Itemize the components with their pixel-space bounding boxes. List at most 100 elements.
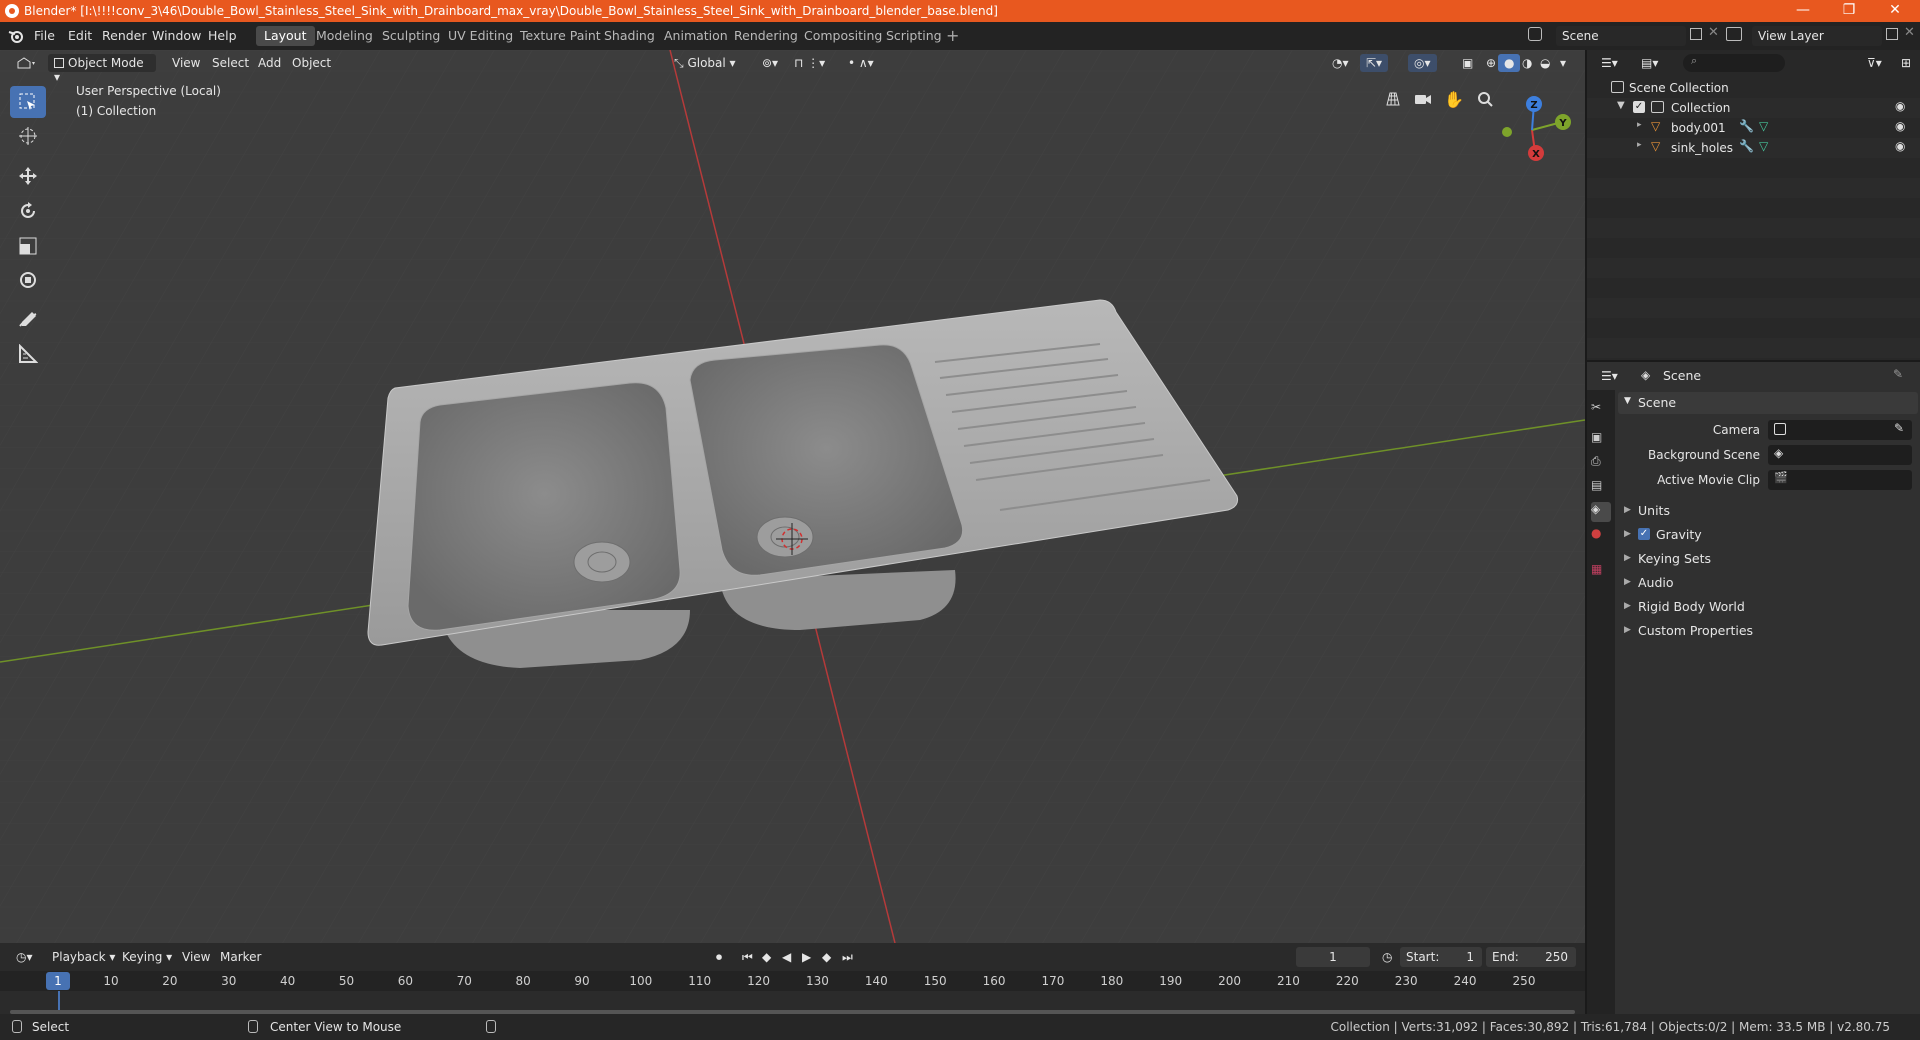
annotate-tool[interactable] — [10, 304, 46, 336]
scale-tool[interactable] — [10, 230, 46, 262]
mesh-data-icon[interactable]: ▽ — [1759, 119, 1768, 133]
select-box-tool[interactable] — [10, 86, 46, 118]
editor-type-button[interactable] — [10, 54, 40, 72]
timeline-body[interactable] — [0, 991, 1585, 1014]
modifier-icon[interactable]: 🔧 — [1739, 119, 1754, 133]
cursor-tool[interactable] — [10, 120, 46, 152]
current-frame-indicator[interactable]: 1 — [46, 972, 70, 990]
tab-animation[interactable]: Animation — [656, 26, 736, 46]
keying-sets-panel-header[interactable]: ▶ Keying Sets — [1618, 548, 1918, 570]
visibility-button[interactable]: ◔▾ — [1326, 54, 1355, 72]
viewport-menu-add[interactable]: Add — [252, 54, 287, 72]
delete-scene-icon[interactable]: ✕ — [1708, 25, 1719, 40]
menu-file[interactable]: File — [34, 28, 55, 43]
mesh-data-icon[interactable]: ▽ — [1759, 139, 1768, 153]
restore-button[interactable]: ❐ — [1826, 0, 1872, 22]
active-movie-clip-field[interactable]: 🎬 — [1768, 470, 1912, 490]
rotate-tool[interactable] — [10, 195, 46, 227]
timeline-editor-type-button[interactable]: ◷▾ — [10, 948, 39, 966]
camera-view-button[interactable] — [1410, 86, 1436, 112]
measure-tool[interactable] — [10, 338, 46, 370]
units-panel-header[interactable]: ▶ Units — [1618, 500, 1918, 522]
proportional-edit-button[interactable]: • ∧▾ — [842, 54, 880, 72]
3d-viewport[interactable]: User Perspective (Local) (1) Collection … — [0, 50, 1585, 943]
rigid-body-world-panel-header[interactable]: ▶ Rigid Body World — [1618, 596, 1918, 618]
texture-tab-icon[interactable]: ▦ — [1591, 562, 1611, 582]
play-button[interactable]: ▶ — [796, 948, 817, 966]
start-frame-field[interactable]: Start: 1 — [1400, 947, 1482, 967]
tab-scripting[interactable]: Scripting — [878, 26, 950, 46]
clock-icon[interactable]: ◷ — [1376, 948, 1398, 966]
delete-view-layer-icon[interactable]: ✕ — [1904, 25, 1915, 40]
overlay-toggle-button[interactable]: ◎▾ — [1408, 54, 1437, 72]
eyedropper-icon[interactable]: ✎ — [1894, 421, 1904, 435]
add-workspace-icon[interactable]: + — [946, 26, 959, 45]
pivot-point-button[interactable]: ⊚▾ — [756, 54, 784, 72]
menu-edit[interactable]: Edit — [68, 28, 92, 43]
tab-compositing[interactable]: Compositing — [796, 26, 890, 46]
next-keyframe-button[interactable]: ◆ — [816, 948, 837, 966]
timeline-menu-keying[interactable]: Keying ▾ — [116, 948, 178, 966]
scene-tab-icon[interactable]: ◈ — [1591, 502, 1611, 522]
menu-window[interactable]: Window — [152, 28, 201, 43]
tool-tab-icon[interactable]: ✂ — [1591, 400, 1611, 420]
timeline-menu-view[interactable]: View — [176, 948, 216, 966]
eye-icon[interactable]: ◉ — [1895, 99, 1905, 113]
gravity-panel-header[interactable]: ▶ ✓ Gravity — [1618, 524, 1918, 546]
expand-arrow-icon[interactable]: ▼ — [1617, 100, 1625, 111]
tab-layout[interactable]: Layout — [256, 26, 315, 46]
prev-keyframe-button[interactable]: ◆ — [756, 948, 777, 966]
end-frame-field[interactable]: End: 250 — [1486, 947, 1576, 967]
tab-rendering[interactable]: Rendering — [726, 26, 806, 46]
audio-panel-header[interactable]: ▶ Audio — [1618, 572, 1918, 594]
minimize-button[interactable]: — — [1780, 0, 1826, 22]
shading-options-button[interactable]: ▾ — [1554, 54, 1572, 72]
current-frame-field[interactable]: 1 — [1296, 947, 1370, 967]
properties-editor-type-button[interactable]: ☰▾ — [1595, 367, 1624, 385]
view-layer-field[interactable]: View Layer — [1752, 26, 1882, 46]
modifier-icon[interactable]: 🔧 — [1739, 139, 1754, 153]
area-divider[interactable] — [1587, 360, 1920, 362]
outliner-editor-type-button[interactable]: ☰▾ — [1595, 54, 1624, 72]
view-layer-tab-icon[interactable]: ▤ — [1591, 478, 1611, 498]
move-tool[interactable] — [10, 160, 46, 192]
xray-toggle-button[interactable]: ▣ — [1456, 54, 1479, 72]
filter-button[interactable]: ⊽▾ — [1861, 54, 1888, 72]
eye-icon[interactable]: ◉ — [1895, 119, 1905, 133]
output-tab-icon[interactable]: ⎙ — [1591, 454, 1611, 474]
render-tab-icon[interactable]: ▣ — [1591, 430, 1611, 450]
eye-icon[interactable]: ◉ — [1895, 139, 1905, 153]
play-reverse-button[interactable]: ◀ — [776, 948, 797, 966]
navigation-gizmo[interactable]: Z Y X — [1490, 92, 1580, 172]
timeline-menu-playback[interactable]: Playback ▾ — [46, 948, 121, 966]
gizmo-toggle-button[interactable]: ⇱▾ — [1360, 54, 1389, 72]
close-button[interactable]: ✕ — [1872, 0, 1918, 22]
expand-arrow-icon[interactable]: ▸ — [1637, 120, 1642, 130]
viewport-menu-select[interactable]: Select — [206, 54, 255, 72]
view-layer-browse-icon[interactable] — [1726, 27, 1742, 41]
mode-select[interactable]: Object Mode ▾ — [48, 54, 156, 84]
custom-properties-panel-header[interactable]: ▶ Custom Properties — [1618, 620, 1918, 642]
outliner-row-scene-collection[interactable]: Scene Collection — [1587, 78, 1920, 98]
new-collection-button[interactable]: ⊞ — [1895, 54, 1917, 72]
menu-render[interactable]: Render — [102, 28, 147, 43]
tab-shading[interactable]: Shading — [596, 26, 663, 46]
display-mode-button[interactable]: ▤▾ — [1635, 54, 1664, 72]
expand-arrow-icon[interactable]: ▸ — [1637, 140, 1642, 150]
scene-browse-icon[interactable] — [1528, 27, 1542, 41]
background-scene-field[interactable]: ◈ — [1768, 445, 1912, 465]
outliner-row-collection[interactable]: ▼ ✓ Collection ◉ — [1587, 98, 1920, 118]
blender-menu-icon[interactable] — [8, 28, 24, 44]
scene-field[interactable]: Scene — [1556, 26, 1686, 46]
gravity-checkbox[interactable]: ✓ — [1638, 528, 1650, 540]
timeline-menu-marker[interactable]: Marker — [214, 948, 267, 966]
timeline-ruler[interactable]: 1 10 20 30 40 50 60 70 80 90 100 110 120 130 140 150 16… — [0, 971, 1585, 991]
transform-orientation-select[interactable]: ⤡ Global ▾ — [668, 54, 746, 72]
outliner-search-input[interactable]: ⌕ — [1683, 54, 1785, 72]
transform-tool[interactable] — [10, 264, 46, 296]
outliner-row-body001[interactable]: ▸ ▽ body.001 🔧 ▽ ◉ — [1587, 118, 1920, 138]
menu-help[interactable]: Help — [208, 28, 237, 43]
area-divider[interactable] — [1585, 50, 1587, 1014]
tab-uv-editing[interactable]: UV Editing — [440, 26, 521, 46]
tab-modeling[interactable]: Modeling — [308, 26, 381, 46]
